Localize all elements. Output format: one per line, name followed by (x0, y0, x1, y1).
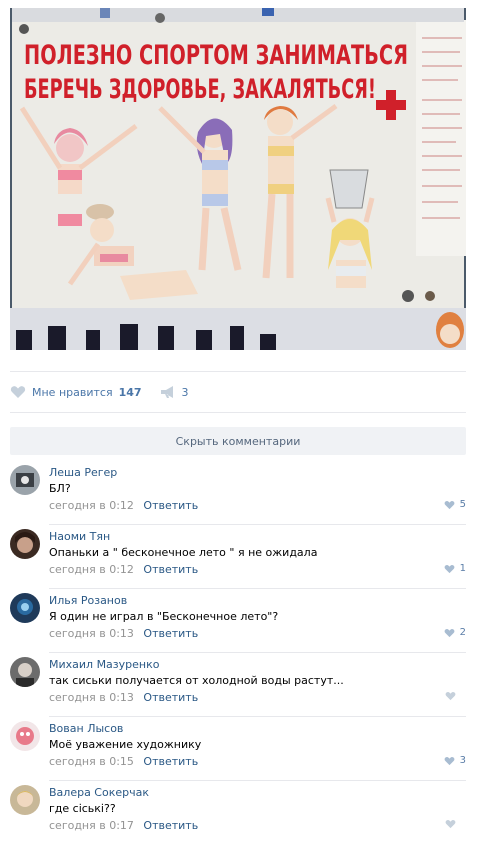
heart-icon (444, 756, 455, 765)
comment-author[interactable]: Леша Регер (49, 466, 117, 479)
comment-text: Моё уважение художнику (49, 738, 202, 751)
comment-like-button[interactable] (445, 691, 466, 701)
comment-item: Михаил Мазуренко так сиськи получается о… (10, 657, 466, 721)
comment-divider (49, 524, 466, 525)
comment-like-count: 5 (459, 499, 466, 510)
comment-time[interactable]: сегодня в 0:13 (49, 691, 134, 704)
comment-text: Опаньки а " бесконечное лето " я не ожид… (49, 546, 318, 559)
like-label: Мне нравится (32, 385, 113, 399)
post-actions: Мне нравится 147 3 (10, 380, 207, 404)
heart-icon (445, 819, 456, 829)
avatar[interactable] (10, 721, 40, 751)
comment-item: Вован Лысов Моё уважение художнику сегод… (10, 721, 466, 785)
comment-time[interactable]: сегодня в 0:13 (49, 627, 134, 640)
poster-title-line2: БЕРЕЧЬ ЗДОРОВЬЕ, ЗАКАЛЯТЬСЯ! (24, 74, 376, 105)
comment-time[interactable]: сегодня в 0:17 (49, 819, 134, 832)
comment-divider (49, 716, 466, 717)
comment-time[interactable]: сегодня в 0:12 (49, 499, 134, 512)
repost-count: 3 (181, 385, 189, 399)
comment-meta: сегодня в 0:12 Ответить (49, 499, 198, 512)
megaphone-icon (160, 386, 173, 398)
comment-meta: сегодня в 0:12 Ответить (49, 563, 198, 576)
heart-icon (445, 691, 456, 701)
reply-link[interactable]: Ответить (143, 499, 198, 512)
divider-top (10, 371, 466, 372)
divider-actions (10, 412, 466, 413)
comment-item: Леша Регер БЛ? сегодня в 0:12 Ответить 5 (10, 465, 466, 529)
reply-link[interactable]: Ответить (143, 691, 198, 704)
comment-time[interactable]: сегодня в 0:12 (49, 563, 134, 576)
comment-meta: сегодня в 0:13 Ответить (49, 691, 198, 704)
comment-divider (49, 652, 466, 653)
post-photo[interactable]: ПОЛЕЗНО СПОРТОМ ЗАНИМАТЬСЯ БЕРЕЧЬ ЗДОРОВ… (10, 8, 466, 350)
hide-comments-button[interactable]: Скрыть комментарии (10, 427, 466, 455)
comment-author[interactable]: Наоми Тян (49, 530, 110, 543)
comment-like-button[interactable] (445, 819, 466, 829)
comment-text: так сиськи получается от холодной воды р… (49, 674, 344, 687)
like-button[interactable]: Мне нравится 147 (10, 385, 142, 399)
comment-meta: сегодня в 0:17 Ответить (49, 819, 198, 832)
comment-author[interactable]: Илья Розанов (49, 594, 127, 607)
comment-meta: сегодня в 0:13 Ответить (49, 627, 198, 640)
comment-author[interactable]: Вован Лысов (49, 722, 123, 735)
avatar[interactable] (10, 529, 40, 559)
poster-title-line1: ПОЛЕЗНО СПОРТОМ ЗАНИМАТЬСЯ (24, 40, 408, 71)
heart-icon (10, 386, 26, 398)
reply-link[interactable]: Ответить (143, 627, 198, 640)
comment-divider (49, 588, 466, 589)
comment-divider (49, 780, 466, 781)
comment-item: Валера Сокерчак где сіські?? сегодня в 0… (10, 785, 466, 848)
comment-like-count: 1 (459, 563, 466, 574)
like-count: 147 (118, 385, 142, 399)
repost-button[interactable]: 3 (160, 385, 189, 399)
comment-text: БЛ? (49, 482, 71, 495)
reply-link[interactable]: Ответить (143, 563, 198, 576)
reply-link[interactable]: Ответить (143, 755, 198, 768)
comment-meta: сегодня в 0:15 Ответить (49, 755, 198, 768)
comment-time[interactable]: сегодня в 0:15 (49, 755, 134, 768)
comment-item: Наоми Тян Опаньки а " бесконечное лето "… (10, 529, 466, 593)
avatar[interactable] (10, 785, 40, 815)
avatar[interactable] (10, 657, 40, 687)
heart-icon (444, 564, 455, 573)
comment-like-count: 2 (459, 627, 466, 638)
comment-like-button[interactable]: 2 (444, 627, 466, 638)
comment-item: Илья Розанов Я один не играл в "Бесконеч… (10, 593, 466, 657)
avatar[interactable] (10, 593, 40, 623)
heart-icon (444, 500, 455, 509)
comment-like-button[interactable]: 3 (444, 755, 466, 766)
comment-like-button[interactable]: 1 (444, 563, 466, 574)
comment-author[interactable]: Валера Сокерчак (49, 786, 149, 799)
comment-like-count: 3 (459, 755, 466, 766)
avatar[interactable] (10, 465, 40, 495)
comment-text: где сіські?? (49, 802, 116, 815)
reply-link[interactable]: Ответить (143, 819, 198, 832)
comment-author[interactable]: Михаил Мазуренко (49, 658, 159, 671)
poster-image: ПОЛЕЗНО СПОРТОМ ЗАНИМАТЬСЯ БЕРЕЧЬ ЗДОРОВ… (10, 8, 466, 350)
comment-text: Я один не играл в "Бесконечное лето"? (49, 610, 279, 623)
comment-like-button[interactable]: 5 (444, 499, 466, 510)
heart-icon (444, 628, 455, 637)
